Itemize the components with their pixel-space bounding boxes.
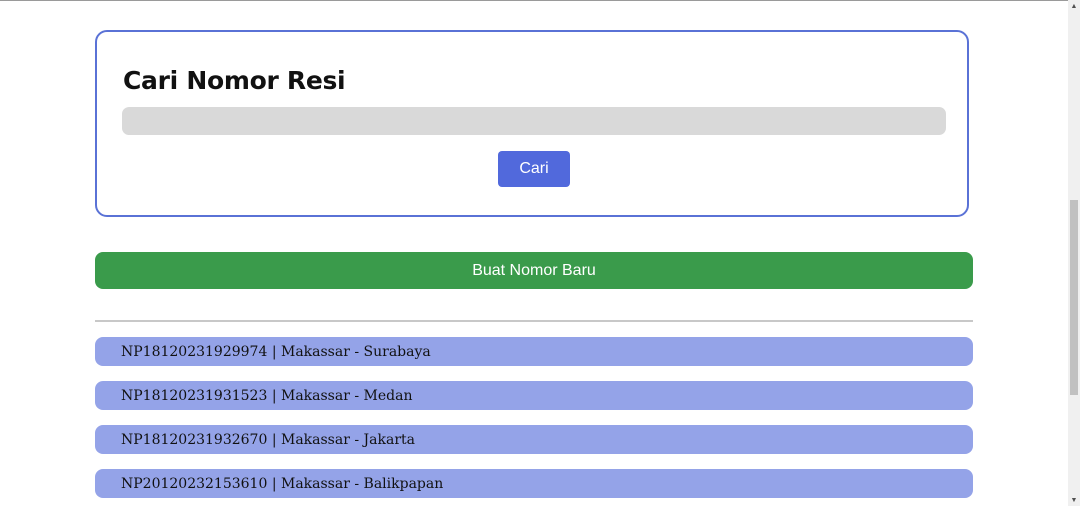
divider [95, 320, 973, 322]
receipt-label: NP18120231929974 | Makassar - Surabaya [121, 343, 431, 360]
receipt-item[interactable]: NP20120232153610 | Makassar - Balikpapan [95, 469, 973, 498]
create-new-number-button[interactable]: Buat Nomor Baru [95, 252, 973, 289]
vertical-scrollbar[interactable]: ▲ ▼ [1068, 0, 1080, 506]
receipt-label: NP20120232153610 | Makassar - Balikpapan [121, 475, 444, 492]
triangle-up-icon[interactable]: ▲ [1068, 0, 1080, 12]
receipt-label: NP18120231932670 | Makassar - Jakarta [121, 431, 415, 448]
search-card: Cari Nomor Resi Cari [95, 30, 969, 217]
receipt-list: NP18120231929974 | Makassar - Surabaya N… [95, 337, 973, 513]
page: Cari Nomor Resi Cari Buat Nomor Baru NP1… [0, 0, 1068, 506]
search-title: Cari Nomor Resi [123, 66, 346, 95]
receipt-item[interactable]: NP18120231931523 | Makassar - Medan [95, 381, 973, 410]
receipt-item[interactable]: NP18120231932670 | Makassar - Jakarta [95, 425, 973, 454]
triangle-down-icon[interactable]: ▼ [1068, 494, 1080, 506]
search-input[interactable] [122, 107, 946, 135]
receipt-item[interactable]: NP18120231929974 | Makassar - Surabaya [95, 337, 973, 366]
scrollbar-thumb[interactable] [1070, 200, 1078, 395]
search-button[interactable]: Cari [498, 151, 570, 187]
receipt-label: NP18120231931523 | Makassar - Medan [121, 387, 413, 404]
